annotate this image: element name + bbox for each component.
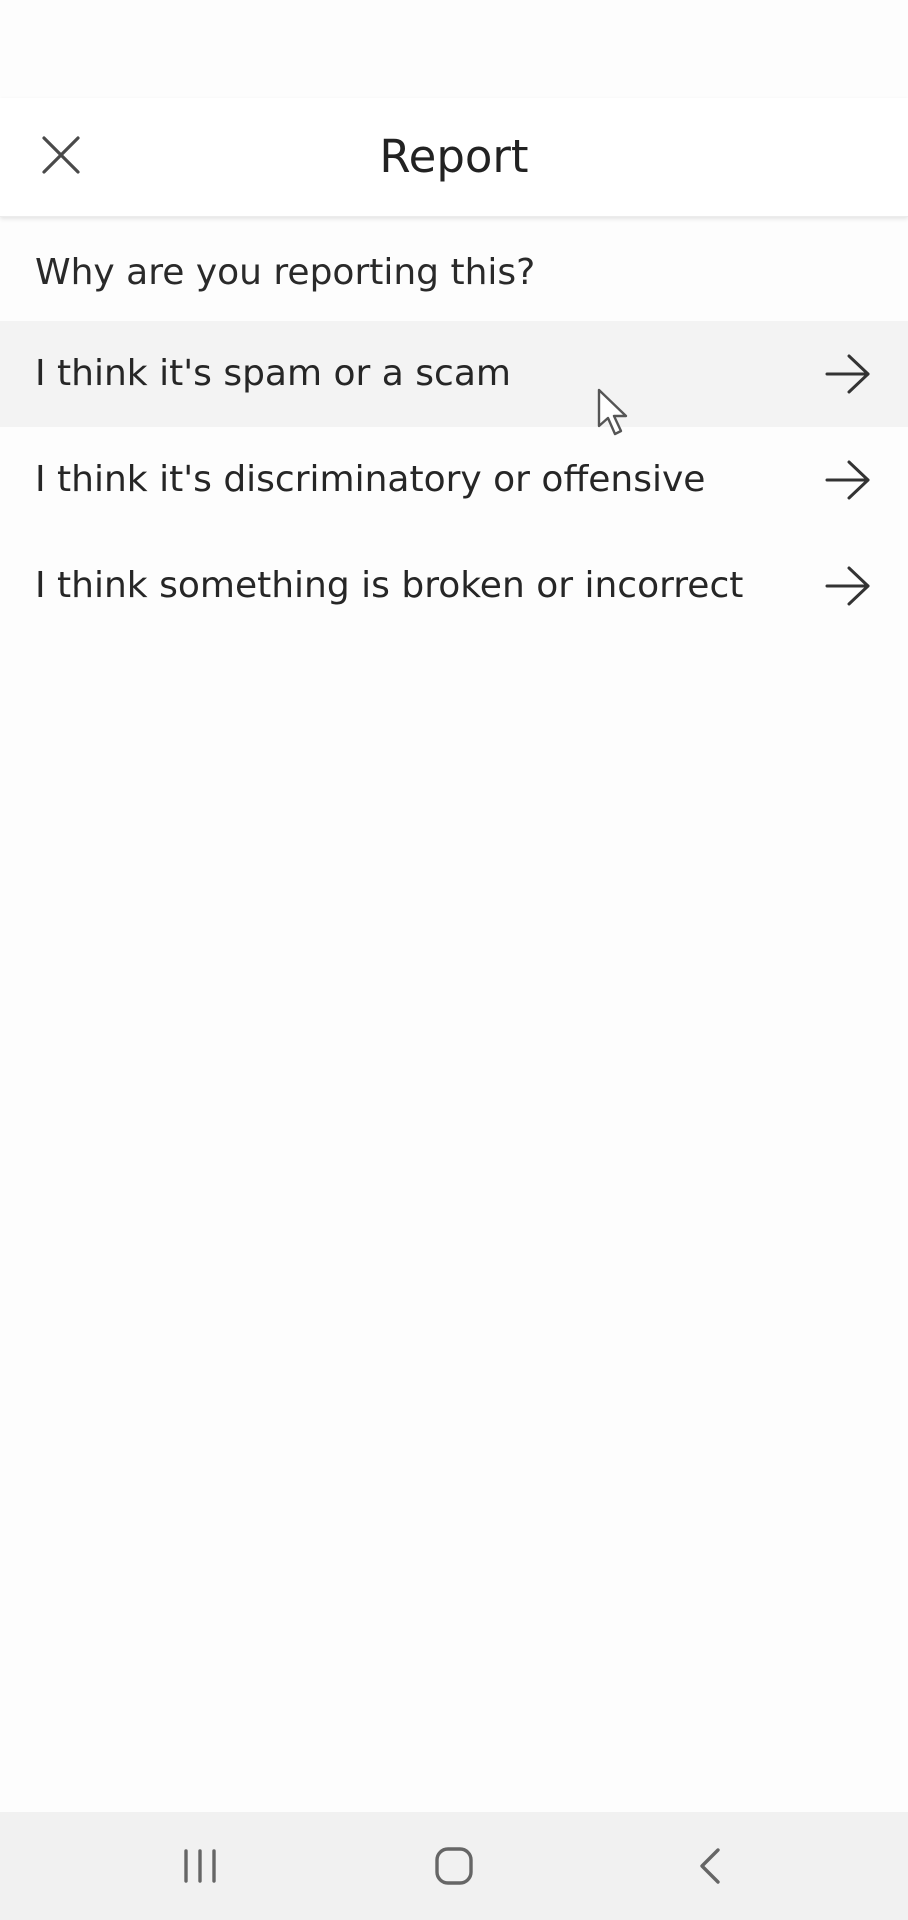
back-button[interactable]	[650, 1812, 770, 1920]
recent-apps-button[interactable]	[140, 1812, 260, 1920]
system-navigation-bar	[0, 1812, 908, 1920]
reason-list: I think it's spam or a scam I think it's…	[0, 321, 908, 639]
recent-apps-icon	[184, 1849, 216, 1883]
reason-label: I think something is broken or incorrect	[35, 565, 744, 606]
reason-label: I think it's spam or a scam	[35, 353, 511, 394]
reason-spam-or-scam[interactable]: I think it's spam or a scam	[0, 321, 908, 427]
back-icon	[700, 1848, 720, 1884]
home-button[interactable]	[394, 1812, 514, 1920]
page-title: Report	[379, 130, 529, 183]
report-prompt: Why are you reporting this?	[35, 252, 536, 293]
home-icon	[435, 1847, 473, 1885]
close-icon	[42, 136, 80, 174]
reason-broken-or-incorrect[interactable]: I think something is broken or incorrect	[0, 533, 908, 639]
arrow-right-icon	[825, 566, 870, 606]
app-header: Report	[0, 98, 908, 217]
close-button[interactable]	[26, 120, 96, 190]
reason-label: I think it's discriminatory or offensive	[35, 459, 706, 500]
reason-discriminatory-or-offensive[interactable]: I think it's discriminatory or offensive	[0, 427, 908, 533]
status-bar-area	[0, 0, 908, 98]
arrow-right-icon	[825, 460, 870, 500]
arrow-right-icon	[825, 354, 870, 394]
